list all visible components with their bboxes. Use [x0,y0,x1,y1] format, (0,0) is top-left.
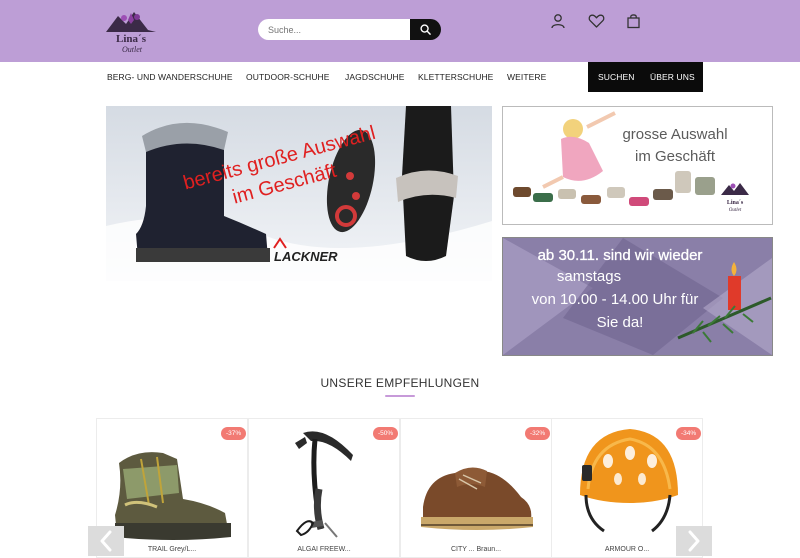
search-bar [258,19,441,40]
bag-icon [626,14,640,29]
side-banner-1-text-line2: im Geschäft [635,148,716,165]
side-banner-1-logo-subtext: Outlet [729,208,742,213]
discount-badge: -34% [676,427,702,440]
logo-text-line1: Lina´s [116,33,147,45]
side-banner-2-text-line3: von 10.00 - 14.00 Uhr für [532,291,699,308]
search-button[interactable] [410,19,441,40]
product-card[interactable]: -50% ALGAI FREEW... [248,418,400,558]
search-input[interactable] [258,19,411,40]
side-banner-2-text-line4: Sie da! [597,314,644,331]
user-icon [551,14,565,29]
top-header: Lina´s Outlet [0,0,800,62]
logo-graphic: Lina´s Outlet [106,12,156,54]
side-banner-selection[interactable]: grosse Auswahl im Geschäft Lina´s Outlet [502,106,773,225]
site-logo[interactable]: Lina´s Outlet [104,6,158,54]
title-underline [385,395,415,397]
side-banner-1-image: grosse Auswahl im Geschäft Lina´s Outlet [503,107,772,224]
discount-badge: -50% [373,427,399,440]
side-banner-2-text-line2: samstags [557,268,621,285]
side-banner-1-logo-text: Lina´s [727,200,744,206]
nav-item-berg-und-wanderschuhe[interactable]: BERG- UND WANDERSCHUHE [107,62,233,93]
logo-text-line2: Outlet [122,45,143,54]
side-banner-opening-hours[interactable]: ab 30.11. sind wir wieder samstags von 1… [502,237,773,356]
nav-about-link[interactable]: ÜBER UNS [650,62,695,93]
discount-badge: -32% [525,427,551,440]
side-banner-1-text-line1: grosse Auswahl [622,126,727,143]
main-banner-image: bereits große Auswahl im Geschäft LACKNE… [106,106,492,281]
nav-item-outdoor-schuhe[interactable]: OUTDOOR-SCHUHE [246,62,330,93]
carousel-next-button[interactable] [676,526,712,556]
nav-item-kletterschuhe[interactable]: KLETTERSCHUHE [418,62,493,93]
wishlist-button[interactable] [586,11,606,31]
cart-button[interactable] [623,11,643,31]
heart-icon [588,14,604,28]
nav-item-jagdschuhe[interactable]: JAGDSCHUHE [345,62,405,93]
side-banner-2-text-line1: ab 30.11. sind wir wieder [538,247,703,264]
search-icon [420,24,431,35]
main-banner-brand: LACKNER [274,249,338,264]
carousel-prev-button[interactable] [88,526,124,556]
account-button[interactable] [548,11,568,31]
side-banner-2-image: ab 30.11. sind wir wieder samstags von 1… [503,238,772,355]
chevron-left-icon [100,530,112,552]
discount-badge: -37% [221,427,247,440]
product-card[interactable]: -32% CITY ... Braun... [400,418,552,558]
nav-action-bar: SUCHEN ÜBER UNS [588,62,703,92]
nav-item-weitere[interactable]: WEITERE [507,62,546,93]
recommendations-title: UNSERE EMPFEHLUNGEN [320,376,480,390]
nav-search-link[interactable]: SUCHEN [598,62,635,93]
chevron-right-icon [688,530,700,552]
main-banner-winter-boots[interactable]: bereits große Auswahl im Geschäft LACKNE… [106,106,492,281]
